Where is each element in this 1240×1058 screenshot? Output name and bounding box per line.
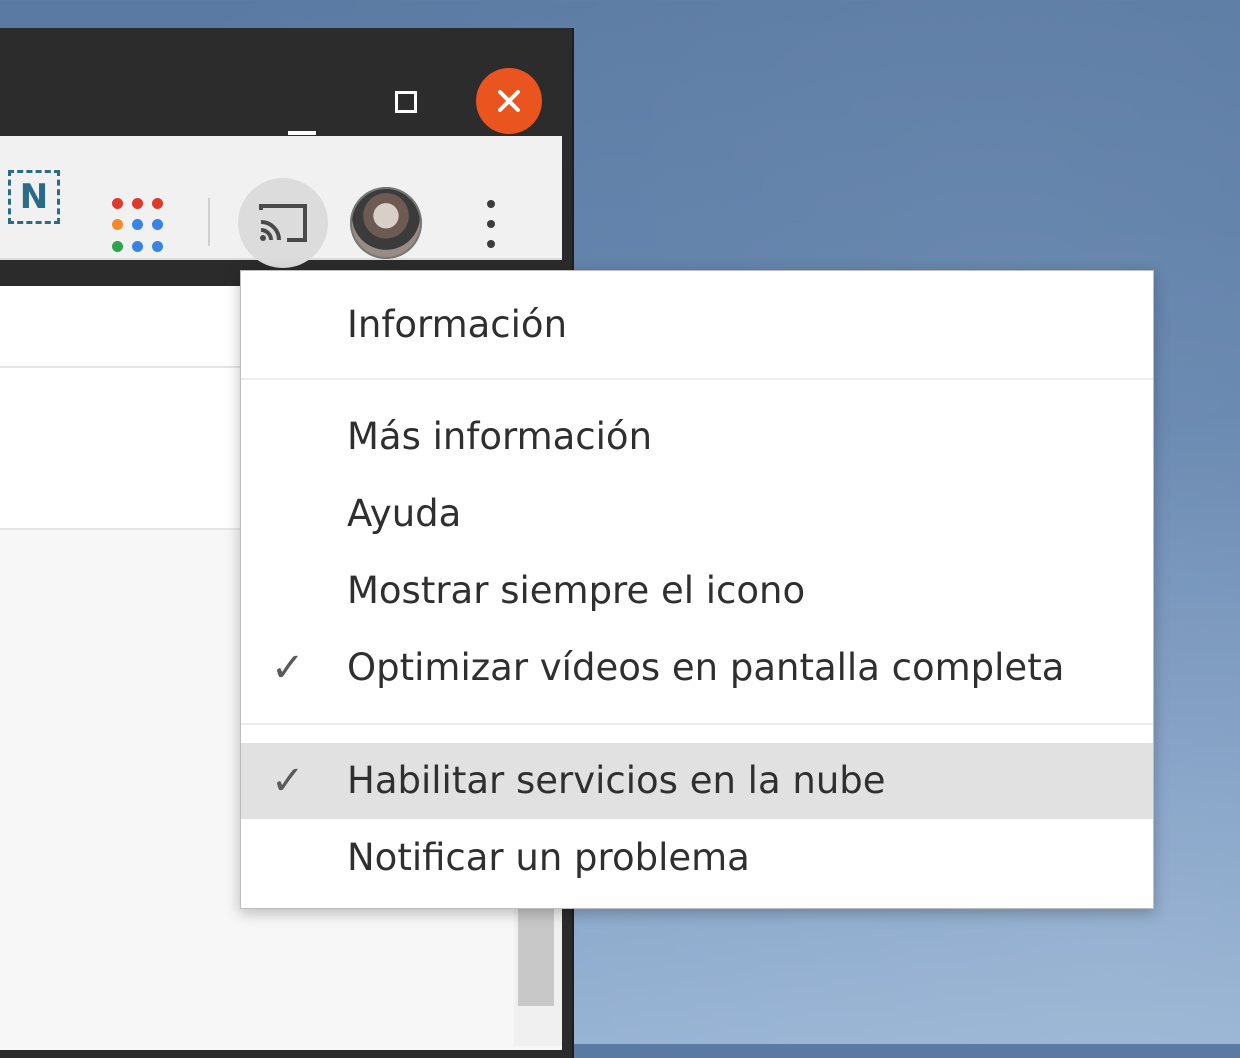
apps-grid-dot — [132, 198, 143, 209]
toolbar-separator — [208, 198, 210, 246]
apps-grid-icon[interactable] — [112, 198, 168, 254]
menu-item-label: Información — [347, 303, 568, 346]
vertical-dots-icon[interactable] — [478, 200, 504, 248]
menu-item-habilitar-nube[interactable]: ✓ Habilitar servicios en la nube — [241, 743, 1153, 819]
apps-grid-dot — [152, 198, 163, 209]
menu-item-notificar-problema[interactable]: Notificar un problema — [241, 820, 1153, 896]
menu-item-label: Habilitar servicios en la nube — [347, 759, 886, 802]
menu-item-optimizar-videos[interactable]: ✓ Optimizar vídeos en pantalla completa — [241, 630, 1153, 706]
apps-grid-dot — [112, 198, 123, 209]
checkmark-icon: ✓ — [271, 645, 305, 691]
apps-grid-dot — [112, 240, 123, 252]
profile-avatar[interactable] — [350, 187, 422, 259]
menu-item-label: Notificar un problema — [347, 836, 750, 879]
menu-item-mostrar-icono[interactable]: Mostrar siempre el icono — [241, 553, 1153, 629]
divider — [0, 366, 240, 368]
checkmark-icon: ✓ — [271, 758, 305, 804]
close-icon — [498, 90, 520, 112]
cast-button[interactable] — [238, 178, 328, 268]
menu-separator — [241, 378, 1153, 380]
menu-item-label: Ayuda — [347, 492, 462, 535]
apps-grid-dot — [132, 219, 143, 231]
extension-n-icon[interactable]: N — [8, 170, 60, 224]
cast-icon — [259, 204, 307, 242]
divider — [0, 528, 240, 530]
extension-n-label: N — [19, 177, 49, 217]
menu-separator — [241, 723, 1153, 725]
menu-item-informacion[interactable]: Información — [241, 287, 1153, 363]
menu-item-label: Más información — [347, 415, 653, 458]
close-button[interactable] — [476, 68, 542, 134]
menu-item-label: Mostrar siempre el icono — [347, 569, 806, 612]
apps-grid-dot — [152, 240, 163, 252]
apps-grid-dot — [112, 219, 123, 231]
menu-item-ayuda[interactable]: Ayuda — [241, 476, 1153, 552]
apps-grid-dot — [152, 219, 163, 231]
scrollbar-thumb[interactable] — [518, 906, 554, 1006]
apps-grid-dot — [132, 240, 143, 252]
cast-context-menu: Información Más información Ayuda Mostra… — [240, 270, 1154, 909]
maximize-button[interactable] — [388, 84, 424, 120]
menu-item-label: Optimizar vídeos en pantalla completa — [347, 646, 1065, 689]
menu-item-mas-informacion[interactable]: Más información — [241, 399, 1153, 475]
